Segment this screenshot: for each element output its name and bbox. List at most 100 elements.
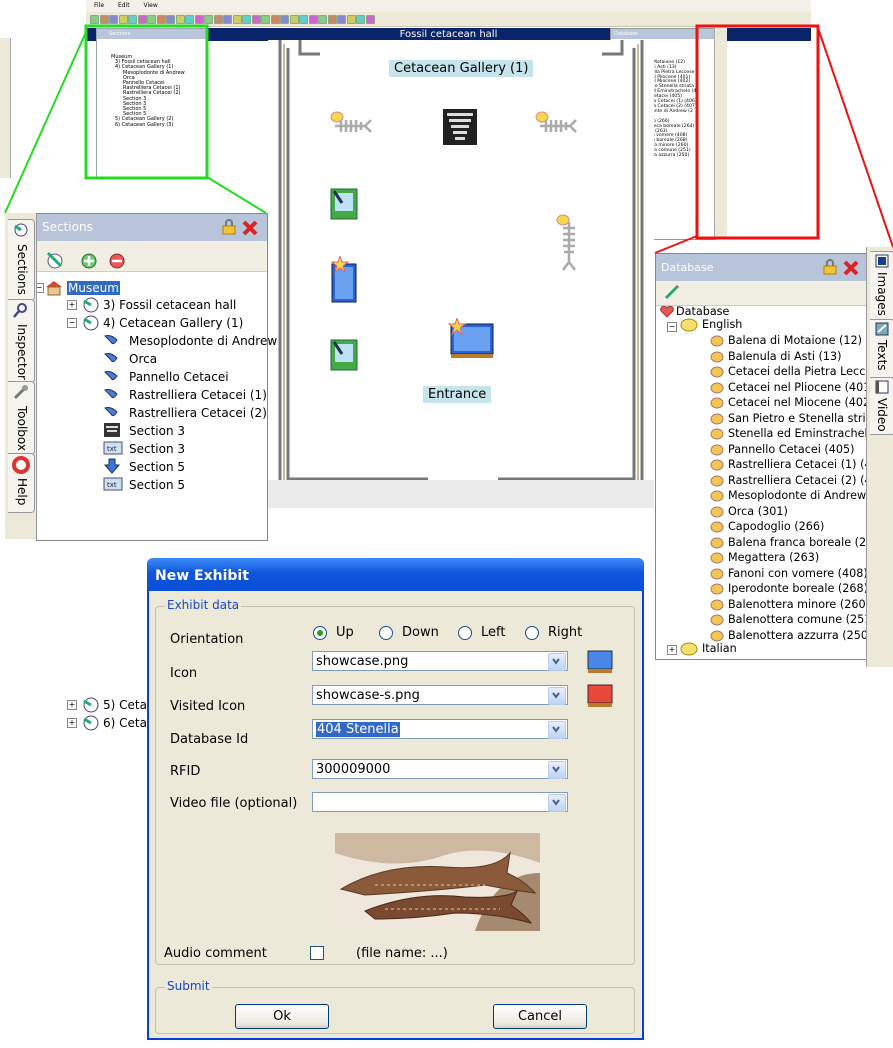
db-tree-italian[interactable]: Italian [702,642,737,655]
tab-video[interactable]: Video [870,377,893,435]
tree-item-child[interactable]: Rastrelliera Cetacei (2) [129,406,267,420]
icon-select[interactable]: showcase.png [312,651,568,671]
cancel-button[interactable]: Cancel [493,1004,587,1029]
collapse-toggle[interactable]: − [67,318,77,328]
toolbar-button-icon[interactable] [299,15,308,24]
db-tree-english[interactable]: English [702,318,742,331]
expand-toggle[interactable]: + [667,645,677,655]
toolbar-button-icon[interactable] [280,15,289,24]
toolbar-button-icon[interactable] [346,15,356,24]
orientation-down-radio[interactable] [379,626,393,640]
chevron-down-icon[interactable] [548,653,566,671]
toolbar-button-icon[interactable] [204,15,213,24]
db-tree-item[interactable]: Stenella ed Eminstrachelo (4 [728,427,868,440]
toolbar-button-icon[interactable] [213,15,223,24]
add-section-icon[interactable] [79,250,99,270]
tab-texts[interactable]: Texts [870,319,893,379]
stairs-icon[interactable] [442,108,478,146]
chevron-down-icon[interactable] [548,761,566,779]
toolbar-button-icon[interactable] [318,15,327,24]
toolbar-button-icon[interactable] [327,15,337,24]
database-id-select[interactable]: 404 Stenella [312,719,568,739]
edit-section-icon[interactable] [45,250,65,270]
db-tree-item[interactable]: Balenottera minore (260) [728,598,868,611]
orientation-right-radio[interactable] [525,626,539,640]
tree-item-fossil-hall[interactable]: 3) Fossil cetacean hall [103,298,236,312]
db-tree-item[interactable]: Balenula di Asti (13) [728,350,842,363]
db-tree-item[interactable]: Cetacei della Pietra Leccese [728,365,868,378]
ok-button[interactable]: Ok [235,1004,329,1029]
toolbar-button-icon[interactable] [118,15,128,24]
toolbar-button-icon[interactable] [261,15,270,24]
db-tree-item[interactable]: Cetacei nel Pliocene (401) [728,381,868,394]
visited-icon-select[interactable]: showcase-s.png [312,685,568,705]
toolbar-button-icon[interactable] [365,15,375,24]
toolbar-button-icon[interactable] [251,15,261,24]
tab-toolbox[interactable]: Toolbox [8,381,35,455]
db-tree-item[interactable]: Pannello Cetacei (405) [728,443,855,456]
db-tree-item[interactable]: Balenottera azzurra (250) [728,629,868,642]
toolbar-button-icon[interactable] [128,15,137,24]
db-tree-root[interactable]: Database [676,305,729,318]
toolbar-button-icon[interactable] [223,15,232,24]
tab-images[interactable]: Images [870,251,893,321]
toolbar-button-icon[interactable] [185,15,194,24]
orientation-left-radio[interactable] [458,626,472,640]
db-tree-item[interactable]: Fanoni con vomere (408) [728,567,868,580]
menu-edit[interactable]: Edit [118,2,130,9]
expand-toggle[interactable]: + [67,718,77,728]
lock-icon[interactable] [221,219,237,235]
toolbar-button-icon[interactable] [194,15,204,24]
toolbar-button-icon[interactable] [289,15,299,24]
toolbar-button-icon[interactable] [109,15,118,24]
db-tree-item[interactable]: Balena franca boreale (264) [728,536,868,549]
remove-section-icon[interactable] [107,250,127,270]
tree-item-child[interactable]: Orca [129,352,157,366]
toolbar-button-icon[interactable] [308,15,318,24]
tree-item-child[interactable]: Pannello Cetacei [129,370,229,384]
menu-view[interactable]: View [144,2,158,9]
plan-scrollbar[interactable] [268,480,654,508]
tab-inspector[interactable]: Inspector [8,299,35,383]
toolbar-button-icon[interactable] [270,15,280,24]
db-tree-item[interactable]: Megattera (263) [728,551,819,564]
db-tree-item[interactable]: San Pietro e Stenella striata [728,412,868,425]
toolbar-button-icon[interactable] [242,15,251,24]
expand-toggle[interactable]: + [67,300,77,310]
toolbar-button-icon[interactable] [147,15,156,24]
toolbar-button-icon[interactable] [137,15,147,24]
tree-item-child[interactable]: Rastrelliera Cetacei (1) [129,388,267,402]
pencil-icon[interactable] [664,284,680,300]
tree-item-child[interactable]: Section 3 [129,424,185,438]
db-tree-item[interactable]: Cetacei nel Miocene (402) [728,396,868,409]
orientation-up-radio[interactable] [313,626,327,640]
showcase-up-icon[interactable] [330,256,358,304]
tree-item-child[interactable]: Section 3 [129,442,185,456]
toolbar-button-icon[interactable] [175,15,185,24]
tree-item-gallery-1[interactable]: 4) Cetacean Gallery (1) [103,316,243,330]
close-icon[interactable] [241,219,259,237]
collapse-toggle[interactable]: − [667,322,677,332]
toolbar-button-icon[interactable] [99,15,109,24]
tree-item-child[interactable]: Section 5 [129,478,185,492]
lock-icon[interactable] [822,259,838,275]
toolbar-button-icon[interactable] [337,15,346,24]
db-tree-item[interactable]: Iperodonte boreale (268) [728,582,868,595]
db-tree-item[interactable]: Orca (301) [728,505,788,518]
db-tree-item[interactable]: Capodoglio (266) [728,520,824,533]
db-tree-item[interactable]: Mesoplodonte di Andrew (26 [728,489,868,502]
rfid-select[interactable]: 300009000 [312,759,568,779]
chevron-down-icon[interactable] [548,721,566,739]
expand-toggle[interactable]: + [67,700,77,710]
fish-skeleton-vertical-icon[interactable] [555,212,583,272]
toolbar-button-icon[interactable] [166,15,175,24]
tree-item-child[interactable]: Section 5 [129,460,185,474]
tree-item-child[interactable]: Mesoplodonte di Andrew [129,334,277,348]
audio-comment-checkbox[interactable] [310,946,324,960]
chevron-down-icon[interactable] [548,687,566,705]
tab-sections[interactable]: Sections [8,219,35,301]
toolbar-button-icon[interactable] [356,15,365,24]
db-tree-item[interactable]: Rastrelliera Cetacei (2) (407) [728,474,868,487]
fish-skeleton-icon[interactable] [327,108,373,136]
db-tree-item[interactable]: Balena di Motaione (12) [728,334,862,347]
